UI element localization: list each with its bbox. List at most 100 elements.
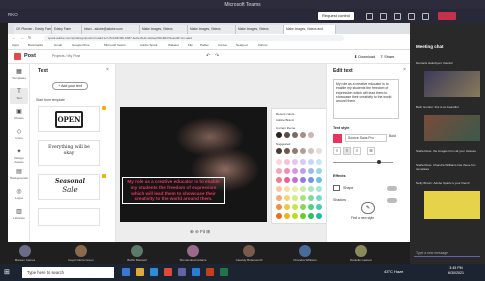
color-swatch[interactable]: [308, 186, 314, 192]
color-swatch[interactable]: [276, 132, 282, 138]
color-swatch[interactable]: [284, 195, 290, 201]
participant-tile[interactable]: Shenandoah Adams: [174, 245, 212, 262]
leave-button[interactable]: [438, 12, 456, 20]
color-swatch[interactable]: [316, 168, 322, 174]
bookmark[interactable]: Padlet: [200, 43, 209, 47]
word-icon[interactable]: [192, 268, 200, 276]
close-icon[interactable]: ×: [106, 67, 109, 73]
tool-icons[interactable]: ◇ Icons: [10, 128, 28, 144]
mic-icon[interactable]: [408, 13, 415, 20]
color-swatch[interactable]: [308, 195, 314, 201]
color-swatch[interactable]: [316, 204, 322, 210]
color-swatch[interactable]: [292, 213, 298, 219]
style-wand-icon[interactable]: ✎: [361, 202, 375, 214]
color-swatch[interactable]: [292, 186, 298, 192]
color-swatch[interactable]: [300, 213, 306, 219]
chat-image[interactable]: [424, 115, 480, 141]
align-left-icon[interactable]: ≡: [333, 147, 341, 155]
browser-tab[interactable]: Inbox - adobe@adobe.com: [82, 25, 140, 34]
camera-icon[interactable]: [394, 13, 401, 20]
color-swatch[interactable]: [284, 159, 290, 165]
participant-tile[interactable]: Mareen Jaimes: [6, 245, 44, 262]
bookmark[interactable]: Canva: [218, 43, 227, 47]
color-swatch[interactable]: [308, 177, 314, 183]
chat-input[interactable]: Type a new message: [414, 249, 480, 257]
browser-tab[interactable]: Make Images, Videos: [140, 25, 188, 34]
color-swatch[interactable]: [308, 148, 314, 154]
color-swatch[interactable]: [276, 213, 282, 219]
bookmark[interactable]: Apps: [12, 43, 19, 47]
color-swatch[interactable]: [284, 213, 290, 219]
color-swatch[interactable]: [308, 204, 314, 210]
color-swatch[interactable]: [276, 168, 282, 174]
browser-tab-active[interactable]: Make Images, Videos and: [284, 25, 336, 34]
chrome-icon[interactable]: [164, 268, 172, 276]
chat-image[interactable]: [424, 191, 480, 219]
share-screen-icon[interactable]: [422, 13, 429, 20]
color-swatch[interactable]: [300, 159, 306, 165]
color-swatch[interactable]: [284, 168, 290, 174]
system-clock[interactable]: 3:45 PM 6/30/2021: [448, 266, 464, 276]
color-swatch[interactable]: [308, 168, 314, 174]
back-icon[interactable]: ←: [12, 35, 16, 40]
zoom-controls[interactable]: ⊕ ⊖ Fit ⊞: [190, 229, 210, 235]
color-swatch[interactable]: [292, 148, 298, 154]
taskbar-search[interactable]: Type here to search: [22, 267, 114, 278]
tool-design-assets[interactable]: ✦ Design Assets: [10, 148, 28, 164]
color-swatch[interactable]: [316, 186, 322, 192]
font-weight[interactable]: Bold: [389, 134, 396, 138]
participant-tile[interactable]: Cassidy Butterworth: [230, 245, 268, 262]
bookmark[interactable]: Adobe Spark: [140, 43, 157, 47]
participant-tile[interactable]: Danielle Lawson: [342, 245, 380, 262]
task-view-icon[interactable]: [122, 268, 130, 276]
tool-libraries[interactable]: ▥ Libraries: [10, 208, 28, 224]
shape-toggle[interactable]: [387, 186, 397, 191]
color-swatch[interactable]: [300, 148, 306, 154]
color-swatch[interactable]: [300, 177, 306, 183]
redo-icon[interactable]: ↷: [215, 53, 219, 59]
file-explorer-icon[interactable]: [136, 268, 144, 276]
color-swatch[interactable]: [292, 132, 298, 138]
undo-icon[interactable]: ↶: [206, 53, 210, 59]
text-color-swatch[interactable]: [333, 134, 342, 143]
color-swatch[interactable]: [284, 186, 290, 192]
color-swatch[interactable]: [276, 195, 282, 201]
close-icon[interactable]: ×: [403, 67, 406, 73]
shadow-toggle[interactable]: [387, 198, 397, 203]
bookmark[interactable]: Wakelet: [168, 43, 179, 47]
text-template-card[interactable]: Everything will be okay: [38, 140, 100, 166]
chat-icon[interactable]: [366, 13, 373, 20]
selected-text-box[interactable]: My role as a creative educator is to ena…: [122, 177, 225, 205]
browser-tab[interactable]: Make Images, Videos: [188, 25, 236, 34]
participant-tile[interactable]: Chandra Williams: [286, 245, 324, 262]
color-swatch[interactable]: [276, 186, 282, 192]
weather-widget[interactable]: 43°C Haze: [384, 269, 403, 274]
browser-tab[interactable]: Edsby Farm: [52, 25, 82, 34]
list-icon[interactable]: ☰: [367, 147, 375, 155]
align-center-icon[interactable]: ≡: [343, 147, 351, 155]
color-swatch[interactable]: [316, 195, 322, 201]
slider-handle[interactable]: [377, 160, 381, 164]
forward-icon[interactable]: →: [20, 35, 24, 40]
participant-tile[interactable]: Bobbi Maxwell: [118, 245, 156, 262]
browser-tab[interactable]: Make Images, Videos: [236, 25, 284, 34]
text-template-card[interactable]: OPEN: [38, 106, 100, 132]
request-control-button[interactable]: Request control: [318, 12, 354, 20]
text-template-card[interactable]: [38, 208, 100, 226]
chat-image[interactable]: [424, 71, 480, 97]
color-swatch[interactable]: [284, 177, 290, 183]
color-swatch[interactable]: [300, 204, 306, 210]
color-swatch[interactable]: [284, 132, 290, 138]
font-selector[interactable]: Source Sans Pro: [345, 134, 387, 142]
windows-start-icon[interactable]: ⊞: [4, 268, 10, 276]
bookmark[interactable]: Nearpod: [236, 43, 248, 47]
bookmark[interactable]: Flip: [188, 43, 193, 47]
color-swatch[interactable]: [316, 159, 322, 165]
color-swatch[interactable]: [300, 132, 306, 138]
tool-backgrounds[interactable]: ▤ Backgrounds: [10, 168, 28, 184]
color-swatch[interactable]: [308, 132, 314, 138]
add-text-button[interactable]: + Add your text: [52, 82, 88, 90]
browser-tab[interactable]: CK Planner - Edsby Farm: [14, 25, 52, 34]
color-swatch[interactable]: [292, 168, 298, 174]
color-swatch[interactable]: [284, 204, 290, 210]
